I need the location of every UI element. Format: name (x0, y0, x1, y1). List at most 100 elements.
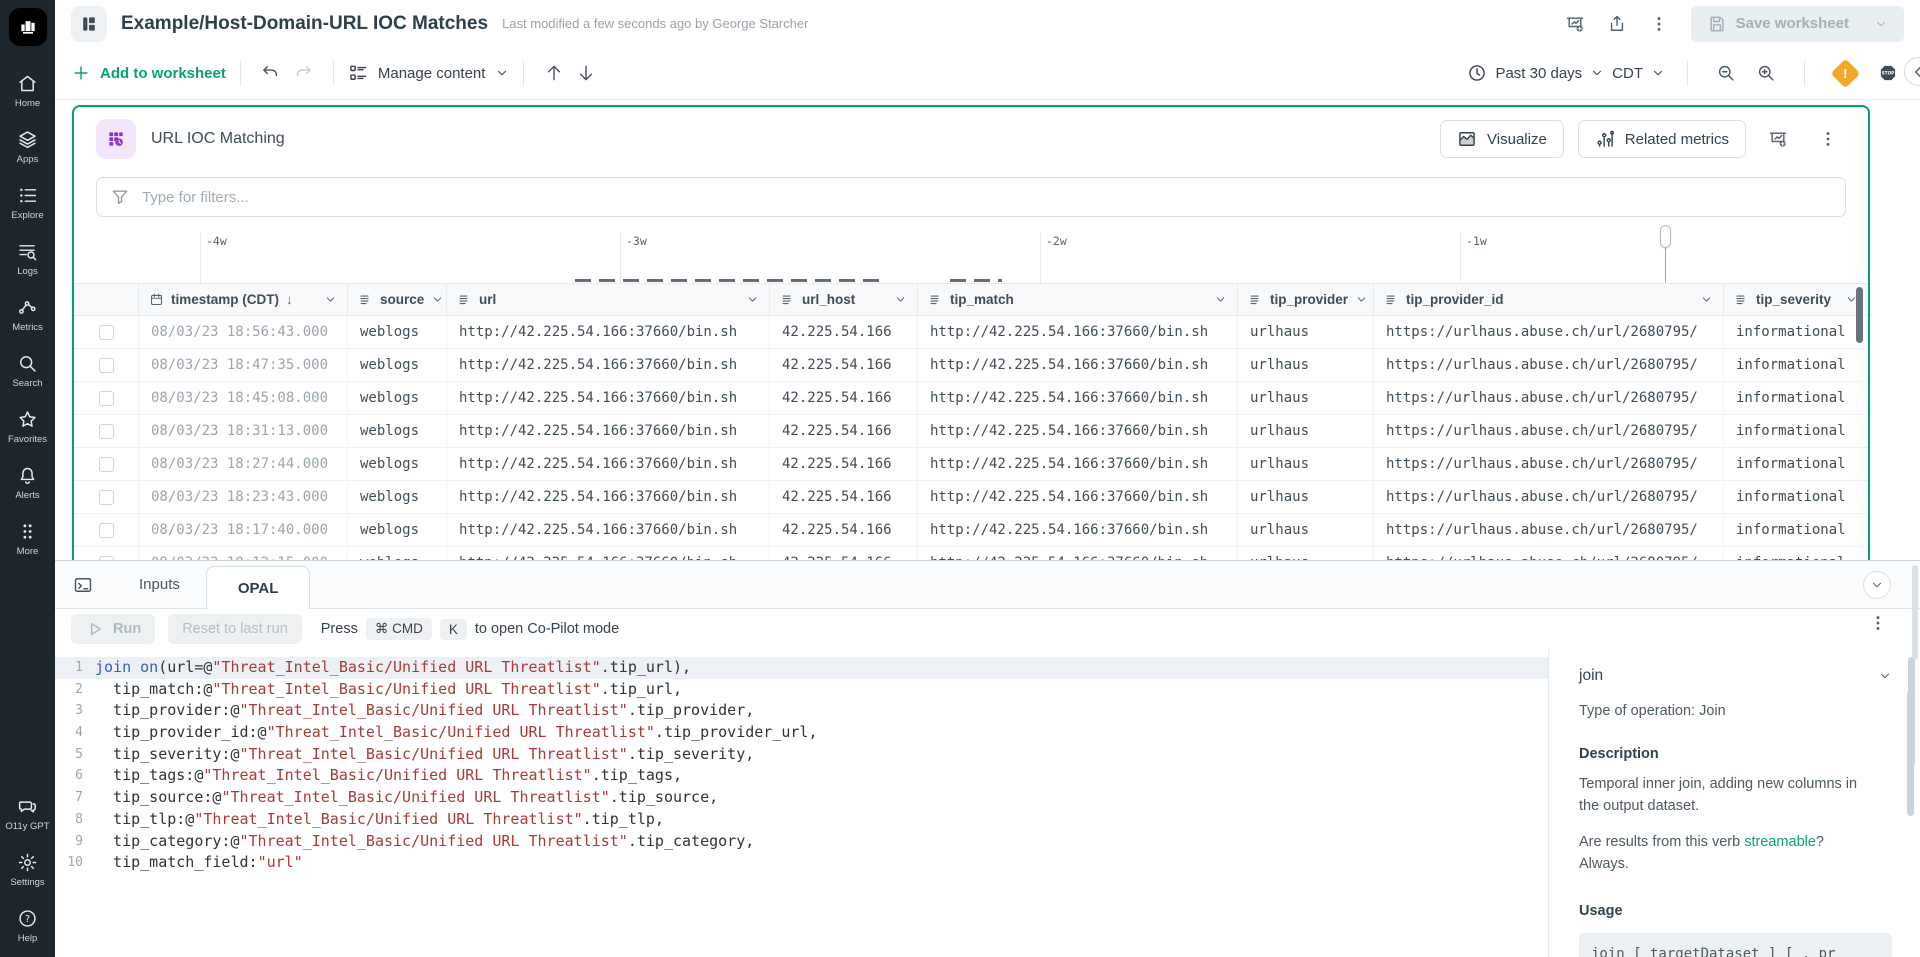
row-checkbox[interactable] (98, 456, 114, 472)
docs-verb-header[interactable]: join (1579, 667, 1892, 685)
move-down-button[interactable] (570, 57, 602, 89)
manage-content-button[interactable]: Manage content (348, 63, 510, 83)
code-line[interactable]: 4 tip_provider_id:@"Threat_Intel_Basic/U… (55, 722, 1548, 744)
column-header-tip-provider-id[interactable]: tip_provider_id (1374, 284, 1724, 315)
code-line[interactable]: 10 tip_match_field:"url" (55, 852, 1548, 874)
zoom-out-button[interactable] (1710, 57, 1742, 89)
column-header-source[interactable]: source (348, 284, 447, 315)
table-row[interactable]: 08/03/23 18:45:08.000 weblogs http://42.22… (74, 382, 1868, 415)
tab-opal[interactable]: OPAL (205, 566, 311, 609)
row-checkbox[interactable] (98, 324, 114, 340)
table-row[interactable]: 08/03/23 18:12:15.000weblogshttp://42.22… (74, 547, 1868, 560)
collapse-right-rail-button[interactable] (1904, 57, 1920, 86)
opal-runbar: Run Reset to last run Press ⌘ CMD K to o… (55, 609, 1920, 649)
collapse-panel-button[interactable] (1863, 571, 1891, 599)
table-scrollbar[interactable] (1856, 287, 1863, 343)
reset-to-last-run-button[interactable]: Reset to last run (168, 614, 302, 644)
row-checkbox[interactable] (98, 489, 114, 505)
save-worksheet-button[interactable]: Save worksheet (1690, 5, 1904, 42)
chevron-down-icon[interactable] (894, 293, 907, 306)
column-header-url[interactable]: url (447, 284, 770, 315)
stop-query-button[interactable]: STOP (1872, 57, 1904, 89)
arrow-down-icon (576, 63, 596, 83)
cell: 08/03/23 18:27:44.000 (139, 448, 348, 480)
column-header-tip-match[interactable]: tip_match (918, 284, 1238, 315)
chevron-down-icon[interactable] (1214, 293, 1227, 306)
table-row[interactable]: 08/03/23 18:56:43.000 weblogs http://42.22… (74, 316, 1868, 349)
chevron-down-icon[interactable] (431, 293, 444, 306)
docs-scrollbar[interactable] (1907, 691, 1914, 816)
visualize-button[interactable]: Visualize (1440, 120, 1564, 158)
sidebar-item-logs[interactable]: Logs (0, 230, 55, 286)
row-checkbox[interactable] (98, 423, 114, 439)
streamable-suffix: ? (1815, 834, 1824, 850)
code-line[interactable]: 5 tip_severity:@"Threat_Intel_Basic/Unif… (55, 744, 1548, 766)
table-row[interactable]: 08/03/23 18:47:35.000 weblogs http://42.22… (74, 349, 1868, 382)
sidebar-item-o11y-gpt[interactable]: O11y GPT (0, 785, 55, 841)
column-header-tip-severity[interactable]: tip_severity (1724, 284, 1868, 315)
row-checkbox[interactable] (98, 357, 114, 373)
table-row[interactable]: 08/03/23 18:23:43.000 weblogs http://42.22… (74, 481, 1868, 514)
sidebar-item-explore[interactable]: Explore (0, 174, 55, 230)
code-line[interactable]: 9 tip_category:@"Threat_Intel_Basic/Unif… (55, 831, 1548, 853)
chevron-down-icon[interactable] (324, 293, 337, 306)
add-to-dashboard-button[interactable] (1557, 7, 1593, 41)
related-metrics-button[interactable]: Related metrics (1577, 120, 1746, 158)
add-to-worksheet-button[interactable]: Add to worksheet (71, 63, 226, 83)
time-brush-handle[interactable] (1660, 225, 1671, 248)
time-range-picker[interactable]: Past 30 days (1467, 63, 1604, 83)
cell: http://42.225.54.166:37660/bin.sh (918, 382, 1238, 414)
column-header-tip-provider[interactable]: tip_provider (1238, 284, 1374, 315)
zoom-in-button[interactable] (1750, 57, 1782, 89)
opal-workspace: 1 join on(url=@"Threat_Intel_Basic/Unifie… (55, 649, 1920, 957)
sidebar-item-metrics[interactable]: Metrics (0, 286, 55, 342)
window-scrollbar[interactable] (1912, 565, 1918, 660)
stage-kebab-menu[interactable] (1810, 122, 1846, 156)
home-icon (17, 73, 38, 94)
table-row[interactable]: 08/03/23 18:31:13.000 weblogs http://42.22… (74, 415, 1868, 448)
chevron-down-icon[interactable] (1700, 293, 1713, 306)
sidebar-item-more[interactable]: More (0, 510, 55, 566)
time-histogram[interactable]: -4w -3w -2w -1w (74, 225, 1868, 283)
row-checkbox[interactable] (98, 522, 114, 538)
column-header-timestamp-cdt-[interactable]: timestamp (CDT) ↓ (139, 284, 348, 315)
redo-button[interactable] (287, 57, 319, 89)
code-line[interactable]: 3 tip_provider:@"Threat_Intel_Basic/Unif… (55, 700, 1548, 722)
share-button[interactable] (1599, 7, 1635, 41)
sidebar-item-alerts[interactable]: Alerts (0, 454, 55, 510)
column-header-url-host[interactable]: url_host (770, 284, 918, 315)
sidebar-item-settings[interactable]: Settings (0, 841, 55, 897)
table-row[interactable]: 08/03/23 18:27:44.000 weblogs http://42.22… (74, 448, 1868, 481)
code-line[interactable]: 6 tip_tags:@"Threat_Intel_Basic/Unified … (55, 765, 1548, 787)
header-kebab-menu[interactable] (1641, 7, 1677, 41)
timezone-picker[interactable]: CDT (1612, 65, 1665, 82)
sidebar-item-label: Alerts (15, 490, 40, 501)
run-button[interactable]: Run (71, 614, 156, 644)
undo-button[interactable] (255, 57, 287, 89)
runbar-kebab-menu[interactable] (1868, 613, 1888, 633)
code-line[interactable]: 8 tip_tlp:@"Threat_Intel_Basic/Unified U… (55, 809, 1548, 831)
table-row[interactable]: 08/03/23 18:17:40.000 weblogs http://42.22… (74, 514, 1868, 547)
stage-board-add-button[interactable] (1760, 122, 1796, 156)
sidebar-item-apps[interactable]: Apps (0, 118, 55, 174)
code-line[interactable]: 1 join on(url=@"Threat_Intel_Basic/Unifie… (55, 657, 1548, 679)
sidebar-item-favorites[interactable]: Favorites (0, 398, 55, 454)
tab-inputs[interactable]: Inputs (113, 576, 206, 593)
row-checkbox[interactable] (98, 390, 114, 406)
streamable-link[interactable]: streamable (1744, 834, 1816, 850)
move-up-button[interactable] (538, 57, 570, 89)
code-line[interactable]: 7 tip_source:@"Threat_Intel_Basic/Unifie… (55, 787, 1548, 809)
sidebar-item-label: Help (17, 933, 38, 944)
stage-card-url-ioc-matching[interactable]: URL IOC Matching Visualize Related metri… (72, 105, 1870, 560)
warning-indicator[interactable]: ! (1830, 58, 1861, 88)
chevron-down-icon[interactable] (746, 293, 759, 306)
opal-editor[interactable]: 1 join on(url=@"Threat_Intel_Basic/Unifie… (55, 649, 1548, 957)
sidebar-item-home[interactable]: Home (0, 62, 55, 118)
code-line[interactable]: 2 tip_match:@"Threat_Intel_Basic/Unified… (55, 679, 1548, 701)
chevron-down-icon[interactable] (1355, 293, 1368, 306)
arrow-up-icon (544, 63, 564, 83)
filter-input[interactable] (140, 187, 1832, 207)
sidebar-item-help[interactable]: ? Help (0, 897, 55, 953)
observe-logo[interactable] (8, 8, 47, 46)
sidebar-item-search[interactable]: Search (0, 342, 55, 398)
